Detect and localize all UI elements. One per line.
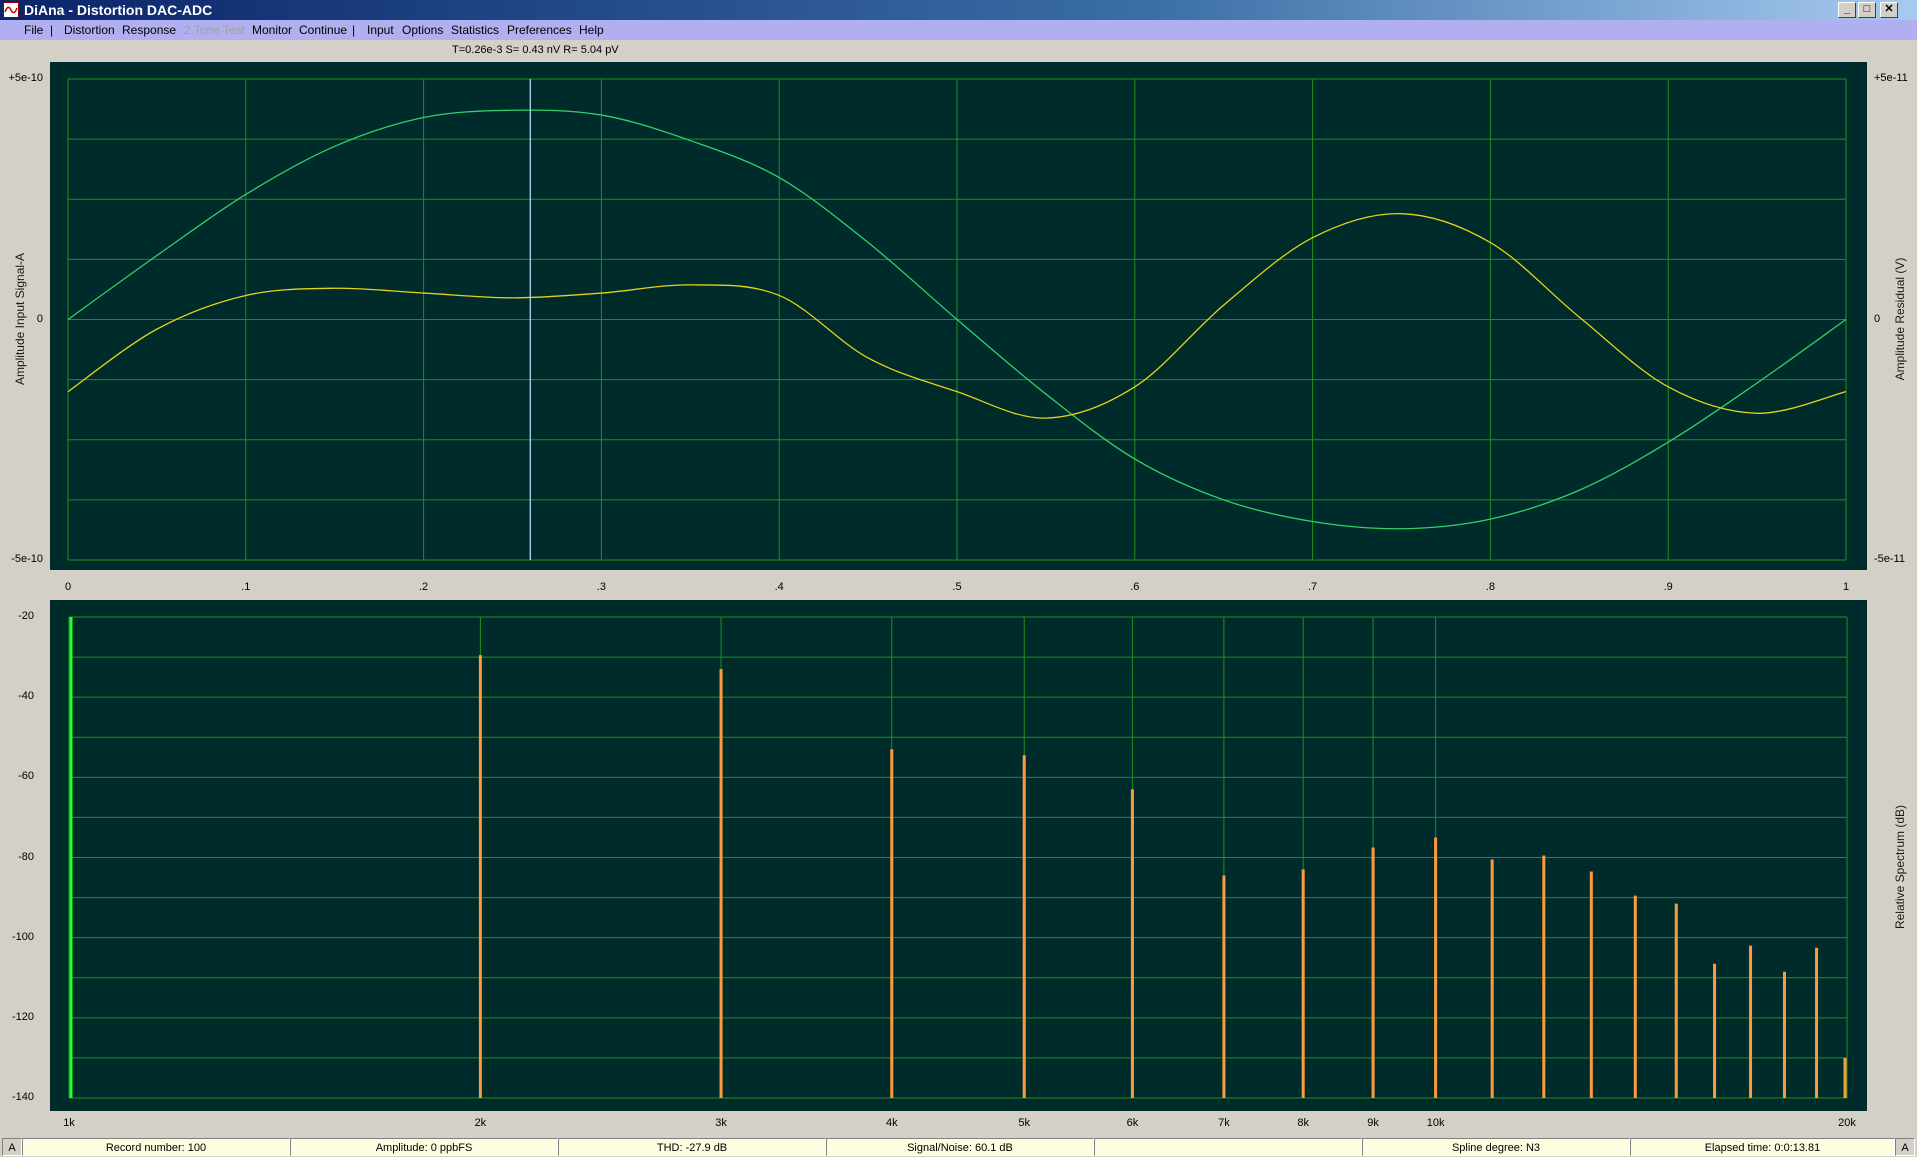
menu-separator: | bbox=[352, 23, 356, 37]
left-y-tick-label: +5e-10 bbox=[8, 72, 43, 84]
x-tick-label: .5 bbox=[952, 581, 962, 593]
right-y-tick-label: +5e-11 bbox=[1874, 72, 1908, 84]
menu-response[interactable]: Response bbox=[122, 20, 176, 40]
close-button[interactable]: ✕ bbox=[1880, 2, 1898, 18]
menu-preferences[interactable]: Preferences bbox=[507, 20, 572, 40]
status-signal-noise: Signal/Noise: 60.1 dB bbox=[826, 1138, 1094, 1156]
y-tick-label: -80 bbox=[18, 850, 34, 863]
menu-continue[interactable]: Continue bbox=[299, 20, 347, 40]
spectrum-axis-title: Relative Spectrum (dB) bbox=[1893, 804, 1907, 930]
x-tick-label: 8k bbox=[1297, 1117, 1309, 1129]
x-tick-label: 20k bbox=[1838, 1117, 1856, 1129]
x-tick-label: 1 bbox=[1842, 581, 1850, 593]
status-bar: A Record number: 100 Amplitude: 0 ppbFS … bbox=[0, 1137, 1917, 1157]
status-empty bbox=[1094, 1138, 1362, 1156]
right-y-tick-label: -5e-11 bbox=[1874, 553, 1905, 565]
x-tick-label: 0 bbox=[64, 581, 72, 593]
status-spline-degree: Spline degree: N3 bbox=[1362, 1138, 1630, 1156]
x-tick-label: .4 bbox=[774, 581, 784, 593]
x-tick-label: 6k bbox=[1126, 1117, 1139, 1129]
right-axis-title: Amplitude Residual (V) bbox=[1893, 257, 1907, 381]
x-tick-label: .3 bbox=[596, 581, 606, 593]
menu-bar: File | Distortion Response 2 Tone Test M… bbox=[0, 20, 1917, 40]
x-tick-label: 10k bbox=[1426, 1117, 1445, 1129]
right-y-tick-label: 0 bbox=[1874, 312, 1881, 325]
x-tick-label: .1 bbox=[241, 581, 251, 593]
x-tick-label: .8 bbox=[1485, 581, 1495, 593]
x-tick-label: .7 bbox=[1308, 581, 1318, 593]
maximize-button[interactable]: □ bbox=[1858, 2, 1876, 18]
menu-input[interactable]: Input bbox=[367, 20, 394, 40]
waveform-plot[interactable] bbox=[50, 62, 1867, 570]
status-left-tag: A bbox=[2, 1138, 22, 1156]
menu-file[interactable]: File bbox=[24, 20, 43, 40]
title-bar: DiAna - Distortion DAC-ADC _ □ ✕ bbox=[0, 0, 1917, 20]
y-tick-label: -60 bbox=[18, 770, 34, 783]
y-tick-label: -100 bbox=[11, 930, 34, 943]
waveform-plot-area[interactable] bbox=[50, 62, 1867, 570]
x-tick-label: 4k bbox=[885, 1117, 898, 1129]
x-tick-label: .2 bbox=[419, 581, 429, 593]
menu-distortion[interactable]: Distortion bbox=[64, 20, 115, 40]
spectrum-plot[interactable] bbox=[50, 600, 1867, 1111]
left-axis-title: Amplitude Input Signal-A bbox=[13, 252, 27, 386]
menu-separator: | bbox=[50, 23, 54, 37]
cursor-readout: T=0.26e-3 S= 0.43 nV R= 5.04 pV bbox=[452, 44, 619, 56]
x-tick-label: 2k bbox=[474, 1117, 487, 1129]
menu-2-tone-test[interactable]: 2 Tone Test bbox=[184, 20, 245, 40]
status-amplitude: Amplitude: 0 ppbFS bbox=[290, 1138, 558, 1156]
status-right-tag: A bbox=[1895, 1138, 1915, 1156]
left-y-tick-label: -5e-10 bbox=[11, 553, 43, 565]
x-tick-label: .9 bbox=[1663, 581, 1673, 593]
spectrum-plot-area[interactable] bbox=[50, 600, 1867, 1111]
minimize-button[interactable]: _ bbox=[1838, 2, 1856, 18]
menu-options[interactable]: Options bbox=[402, 20, 443, 40]
window-title: DiAna - Distortion DAC-ADC bbox=[24, 2, 213, 18]
y-tick-label: -40 bbox=[18, 690, 34, 703]
x-tick-label: .6 bbox=[1130, 581, 1140, 593]
status-elapsed-time: Elapsed time: 0:0:13.81 bbox=[1630, 1138, 1895, 1156]
y-tick-label: -140 bbox=[11, 1091, 34, 1103]
left-y-tick-label: 0 bbox=[36, 312, 43, 325]
x-tick-label: 7k bbox=[1218, 1117, 1230, 1129]
x-tick-label: 5k bbox=[1018, 1117, 1031, 1129]
app-icon[interactable] bbox=[3, 2, 19, 18]
y-tick-label: -20 bbox=[18, 610, 34, 622]
status-record-number: Record number: 100 bbox=[22, 1138, 290, 1156]
x-tick-label: 3k bbox=[715, 1117, 727, 1129]
y-tick-label: -120 bbox=[11, 1010, 34, 1023]
status-thd: THD: -27.9 dB bbox=[558, 1138, 826, 1156]
x-tick-label: 1k bbox=[63, 1117, 75, 1129]
x-tick-label: 9k bbox=[1367, 1117, 1379, 1129]
menu-statistics[interactable]: Statistics bbox=[451, 20, 499, 40]
menu-monitor[interactable]: Monitor bbox=[252, 20, 292, 40]
menu-help[interactable]: Help bbox=[579, 20, 604, 40]
